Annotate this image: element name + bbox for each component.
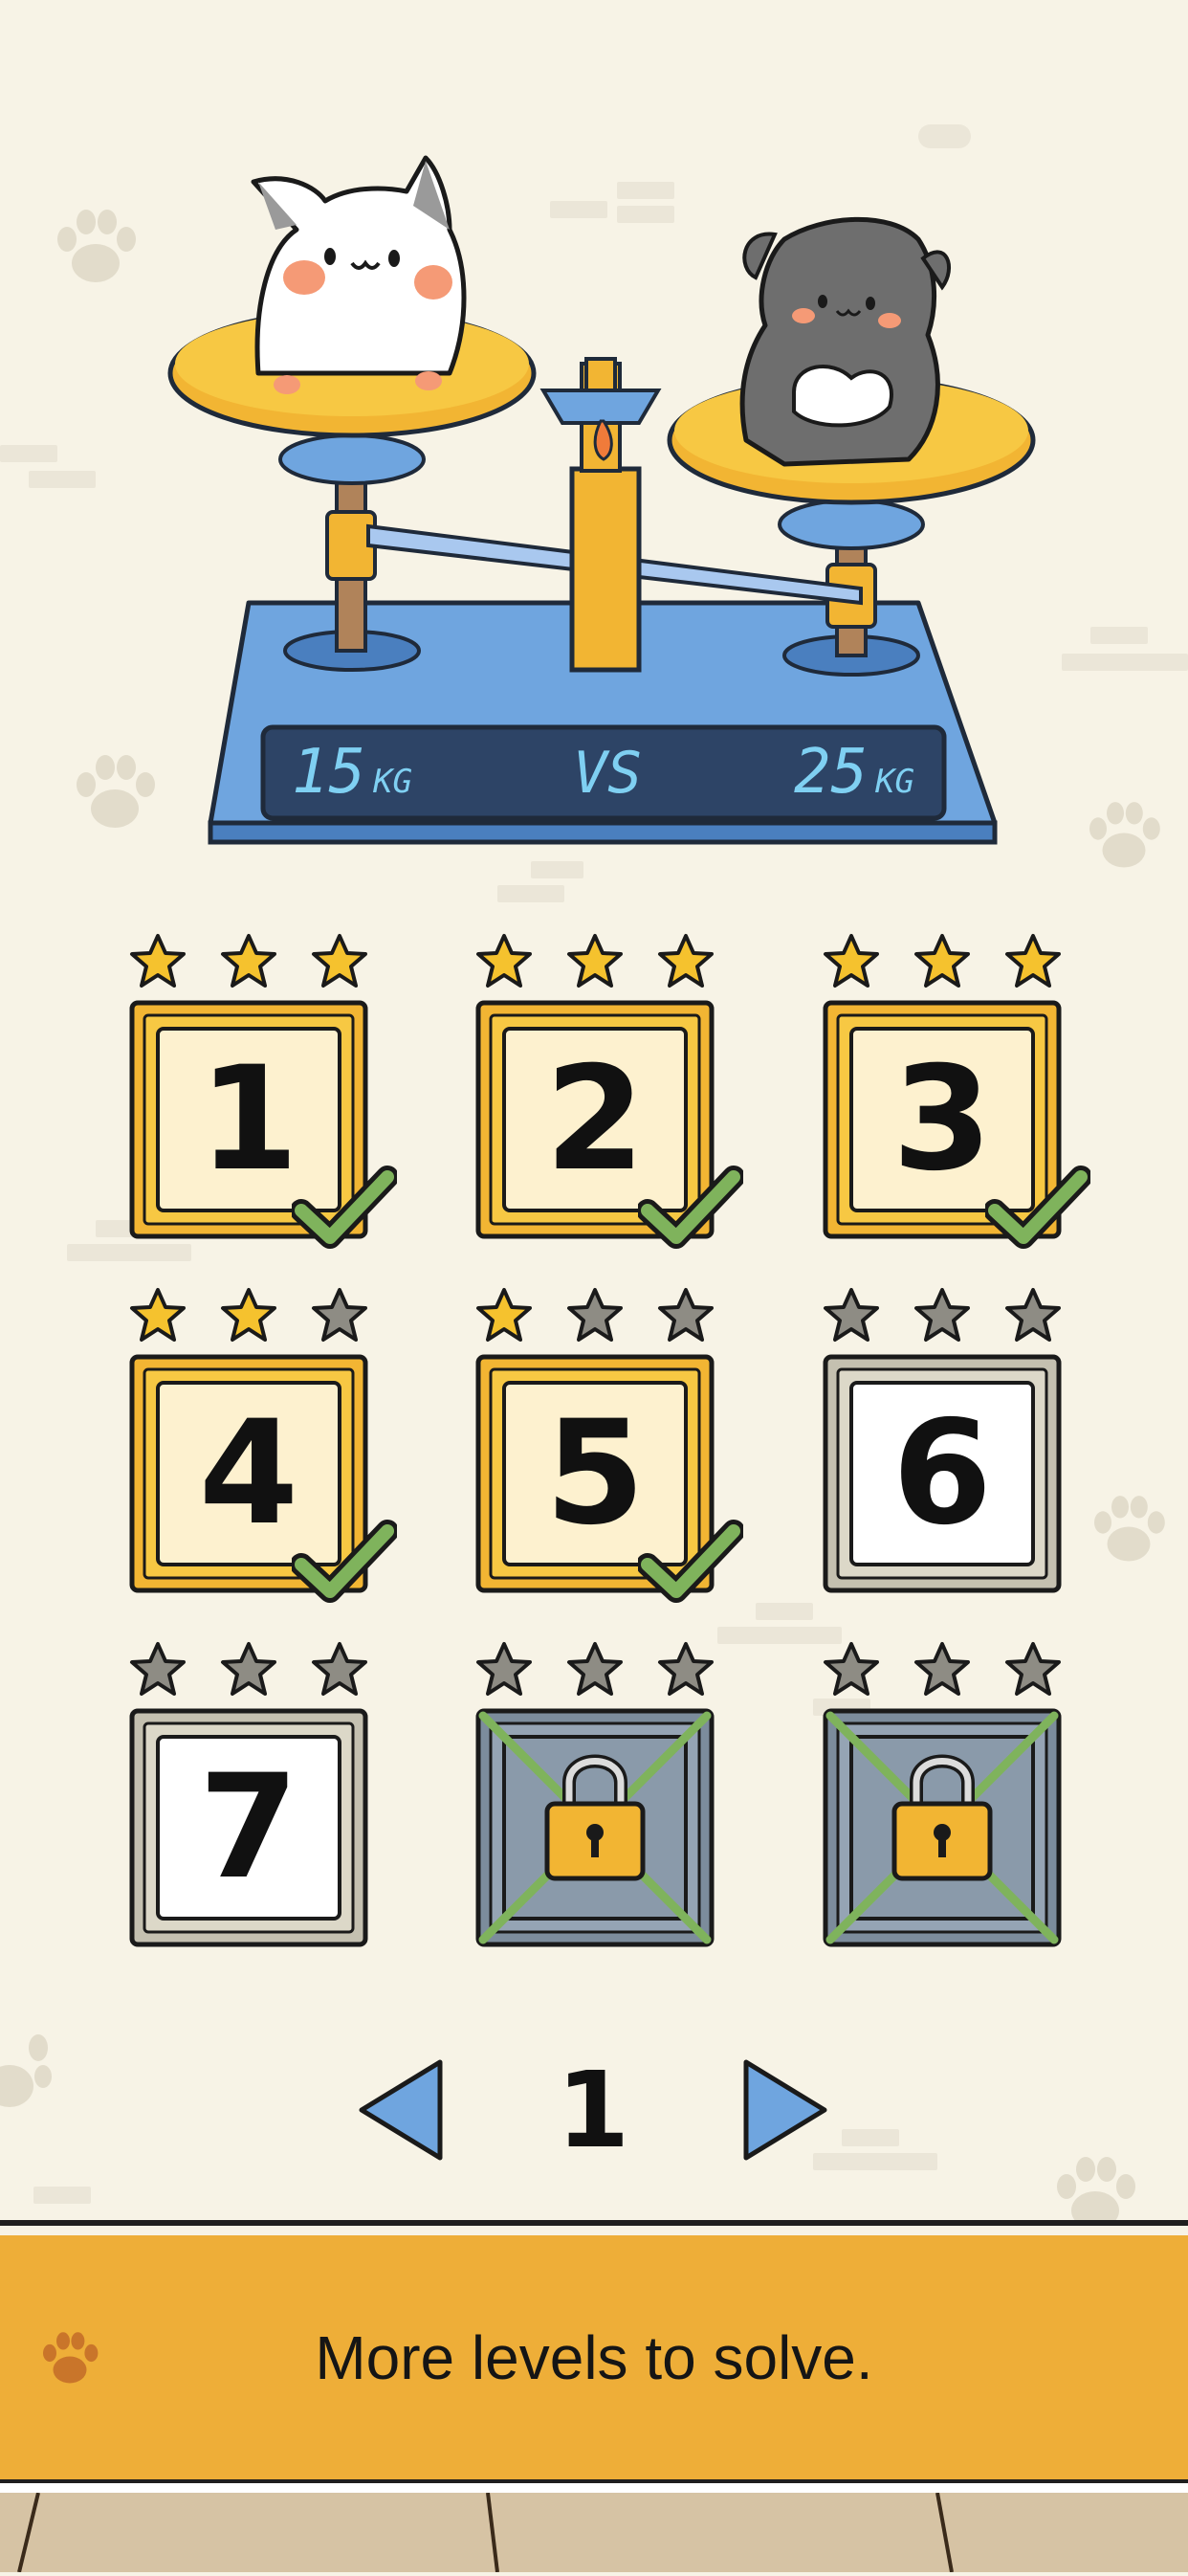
level-1: 1 bbox=[129, 933, 397, 1249]
right-weight-unit: KG bbox=[875, 763, 915, 801]
paw-print-icon bbox=[0, 2034, 52, 2107]
paw-print-icon bbox=[1089, 802, 1160, 868]
locked-level-tile[interactable] bbox=[823, 1708, 1062, 1947]
star-rating bbox=[129, 1641, 368, 1699]
checkmark-icon bbox=[638, 1520, 743, 1603]
paw-print-icon bbox=[77, 755, 155, 828]
next-page-arrow-icon[interactable] bbox=[737, 2057, 832, 2163]
star-filled-icon bbox=[1005, 934, 1061, 988]
floor-pattern bbox=[17, 2492, 954, 2573]
level-8 bbox=[475, 1641, 715, 1957]
star-rating bbox=[823, 1287, 1062, 1344]
star-empty-icon bbox=[914, 1642, 970, 1696]
left-weight-unit: KG bbox=[373, 763, 413, 801]
lock-icon bbox=[823, 1708, 1062, 1947]
info-banner: More levels to solve. bbox=[0, 2235, 1188, 2479]
paw-print-icon bbox=[1094, 1496, 1165, 1562]
star-rating bbox=[129, 933, 368, 990]
star-empty-icon bbox=[476, 1642, 532, 1696]
checkmark-icon bbox=[985, 1166, 1090, 1249]
page-navigator: 1 bbox=[354, 2048, 832, 2172]
star-empty-icon bbox=[824, 1288, 879, 1342]
level-7: 7 bbox=[129, 1641, 368, 1957]
weighing-scale-illustration: 15 KG VS 25 KG bbox=[163, 134, 1052, 861]
star-empty-icon bbox=[1005, 1642, 1061, 1696]
level-tile-button[interactable]: 5 bbox=[475, 1354, 743, 1603]
star-filled-icon bbox=[221, 934, 276, 988]
star-rating bbox=[823, 1641, 1062, 1699]
level-5: 5 bbox=[475, 1287, 743, 1603]
level-2: 2 bbox=[475, 933, 743, 1249]
level-number: 7 bbox=[198, 1744, 299, 1911]
floor-tiles bbox=[0, 2492, 1188, 2573]
star-empty-icon bbox=[914, 1288, 970, 1342]
previous-page-arrow-icon[interactable] bbox=[354, 2057, 450, 2163]
star-rating bbox=[475, 1287, 715, 1344]
star-rating bbox=[475, 933, 715, 990]
banner-message: More levels to solve. bbox=[315, 2322, 873, 2392]
star-rating bbox=[823, 933, 1062, 990]
checkmark-icon bbox=[292, 1166, 397, 1249]
level-tile-button[interactable]: 4 bbox=[129, 1354, 397, 1603]
right-weight-value: 25 bbox=[794, 737, 869, 808]
star-filled-icon bbox=[221, 1288, 276, 1342]
star-filled-icon bbox=[567, 934, 623, 988]
left-weight-value: 15 bbox=[292, 737, 366, 808]
paw-print-icon bbox=[1057, 2157, 1135, 2225]
level-tile-button[interactable]: 2 bbox=[475, 1000, 743, 1249]
level-tile-button[interactable]: 1 bbox=[129, 1000, 397, 1249]
level-tile-button[interactable]: 6 bbox=[823, 1354, 1062, 1593]
page-number: 1 bbox=[556, 2049, 630, 2171]
star-empty-icon bbox=[221, 1642, 276, 1696]
level-tile-button[interactable]: 3 bbox=[823, 1000, 1090, 1249]
star-empty-icon bbox=[130, 1642, 186, 1696]
star-filled-icon bbox=[476, 934, 532, 988]
star-empty-icon bbox=[658, 1642, 714, 1696]
right-weight-readout: 25 KG bbox=[794, 732, 947, 813]
level-tile-button[interactable]: 7 bbox=[129, 1708, 368, 1947]
star-empty-icon bbox=[567, 1288, 623, 1342]
star-empty-icon bbox=[567, 1642, 623, 1696]
lock-icon bbox=[475, 1708, 715, 1947]
level-number: 6 bbox=[891, 1390, 993, 1557]
banner-top-border bbox=[0, 2220, 1188, 2226]
star-filled-icon bbox=[824, 934, 879, 988]
star-empty-icon bbox=[824, 1642, 879, 1696]
star-filled-icon bbox=[130, 1288, 186, 1342]
white-cat-icon bbox=[251, 155, 467, 394]
star-empty-icon bbox=[312, 1288, 367, 1342]
star-rating bbox=[475, 1641, 715, 1699]
locked-level-tile[interactable] bbox=[475, 1708, 715, 1947]
banner-bottom-border bbox=[0, 2479, 1188, 2493]
star-empty-icon bbox=[1005, 1288, 1061, 1342]
star-filled-icon bbox=[658, 934, 714, 988]
level-6: 6 bbox=[823, 1287, 1062, 1603]
star-empty-icon bbox=[312, 1642, 367, 1696]
level-9 bbox=[823, 1641, 1062, 1957]
star-filled-icon bbox=[312, 934, 367, 988]
star-filled-icon bbox=[130, 934, 186, 988]
gray-cat-icon bbox=[739, 216, 952, 467]
star-filled-icon bbox=[914, 934, 970, 988]
left-weight-readout: 15 KG bbox=[292, 732, 445, 813]
checkmark-icon bbox=[292, 1520, 397, 1603]
vs-readout: VS bbox=[572, 739, 643, 807]
star-empty-icon bbox=[658, 1288, 714, 1342]
level-4: 4 bbox=[129, 1287, 397, 1603]
paw-print-icon bbox=[57, 210, 136, 282]
star-filled-icon bbox=[476, 1288, 532, 1342]
level-3: 3 bbox=[823, 933, 1090, 1249]
star-rating bbox=[129, 1287, 368, 1344]
checkmark-icon bbox=[638, 1166, 743, 1249]
